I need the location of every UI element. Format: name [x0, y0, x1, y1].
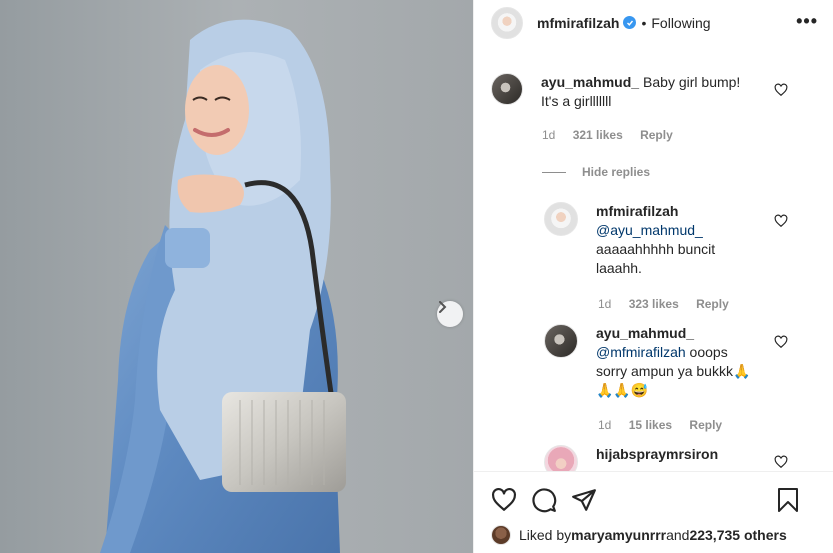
following-button[interactable]: Following: [651, 15, 710, 31]
comment-mention[interactable]: @mfmirafilzah: [596, 344, 686, 360]
comment-likes[interactable]: 321 likes: [573, 128, 623, 142]
photo-illustration: [0, 0, 473, 553]
hide-replies-button[interactable]: Hide replies: [542, 165, 650, 179]
next-image-button[interactable]: [437, 301, 463, 327]
comment-panel: mfmirafilzah • Following ••• ayu_mahmud_…: [473, 0, 833, 553]
comment-like-heart-icon[interactable]: [774, 214, 788, 228]
comment-text: ooops: [685, 344, 728, 360]
comment-likes[interactable]: 323 likes: [629, 297, 679, 311]
comment-body: ayu_mahmud_ @mfmirafilzah ooops sorry am…: [596, 324, 750, 400]
comments-list: ayu_mahmud_ Baby girl bump! It's a girlll…: [474, 61, 833, 471]
comment-like-heart-icon[interactable]: [774, 83, 788, 97]
comment-age: 1d: [542, 128, 556, 142]
divider-line: [542, 171, 566, 173]
author-avatar[interactable]: [491, 6, 523, 39]
comment-body: hijabspraymrsiron: [596, 445, 722, 471]
reply-button[interactable]: Reply: [689, 418, 722, 432]
reply-button[interactable]: Reply: [696, 297, 729, 311]
chevron-right-icon: [439, 301, 447, 313]
comment-text-line2: It's a girlllllll: [541, 93, 612, 109]
verified-badge-icon: [623, 16, 637, 29]
reply-item: ayu_mahmud_ @mfmirafilzah ooops sorry am…: [544, 324, 750, 400]
comment-likes[interactable]: 15 likes: [629, 418, 672, 432]
reply-item: mfmirafilzah @ayu_mahmud_ aaaaahhhhh bun…: [544, 202, 715, 278]
comment-meta: 1d 323 likes Reply: [598, 297, 743, 311]
liker-avatar[interactable]: [491, 525, 511, 545]
comment-age: 1d: [598, 297, 612, 311]
author-username[interactable]: mfmirafilzah: [537, 15, 619, 31]
comment-age: 1d: [598, 418, 612, 432]
comment-meta: 1d 321 likes Reply: [542, 128, 687, 142]
comment-username[interactable]: ayu_mahmud_: [596, 325, 694, 341]
likes-others[interactable]: 223,735 others: [689, 527, 786, 543]
likes-prefix: Liked by: [519, 527, 572, 543]
comment-item: ayu_mahmud_ Baby girl bump! It's a girlll…: [491, 73, 740, 111]
likes-summary: Liked by maryamyunrrr and 223,735 others: [491, 525, 787, 545]
comment-body: mfmirafilzah @ayu_mahmud_ aaaaahhhhh bun…: [596, 202, 715, 278]
bookmark-icon[interactable]: [776, 487, 800, 513]
post-header: mfmirafilzah • Following •••: [474, 0, 833, 45]
more-options-icon[interactable]: •••: [796, 12, 818, 30]
comment-like-heart-icon[interactable]: [774, 455, 788, 469]
comment-text: Baby girl bump!: [643, 74, 741, 90]
comment-like-heart-icon[interactable]: [774, 335, 788, 349]
separator-dot: •: [641, 14, 647, 31]
comment-text-line2: laaahh.: [596, 260, 642, 276]
comment-username[interactable]: hijabspraymrsiron: [596, 446, 718, 462]
commenter-avatar[interactable]: [491, 73, 523, 105]
comment-username[interactable]: ayu_mahmud_: [541, 74, 639, 90]
heart-icon[interactable]: [491, 487, 517, 513]
comment-text: aaaaahhhhh buncit: [596, 241, 716, 257]
post-photo[interactable]: [0, 0, 473, 553]
comment-text-line2: sorry ampun ya bukkk🙏: [596, 363, 751, 379]
action-bar: Liked by maryamyunrrr and 223,735 others: [474, 471, 833, 553]
commenter-avatar[interactable]: [544, 324, 578, 358]
comment-mention[interactable]: @ayu_mahmud_: [596, 222, 703, 238]
commenter-avatar[interactable]: [544, 202, 578, 236]
reply-button[interactable]: Reply: [640, 128, 673, 142]
hide-replies-label: Hide replies: [582, 165, 651, 179]
share-icon[interactable]: [571, 487, 597, 513]
comment-username[interactable]: mfmirafilzah: [596, 203, 678, 219]
comment-icon[interactable]: [531, 487, 557, 513]
comment-meta: 1d 15 likes Reply: [598, 418, 736, 432]
comment-body: ayu_mahmud_ Baby girl bump! It's a girlll…: [541, 73, 740, 111]
commenter-avatar[interactable]: [544, 445, 578, 471]
reply-item: hijabspraymrsiron: [544, 445, 722, 471]
likes-middle: and: [666, 527, 690, 543]
liker-username[interactable]: maryamyunrrr: [571, 527, 666, 543]
comment-emoji-line: 🙏🙏😅: [596, 382, 649, 398]
